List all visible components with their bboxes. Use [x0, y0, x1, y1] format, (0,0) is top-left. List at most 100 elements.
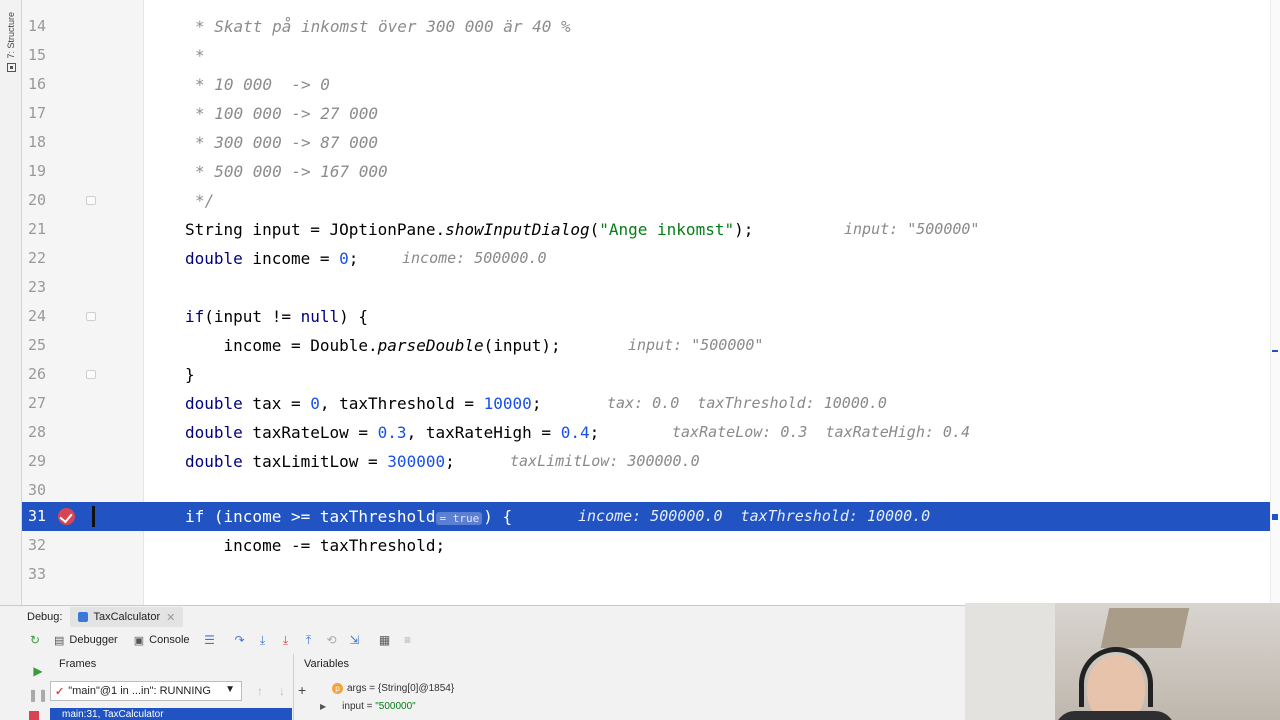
code-line[interactable]: 33: [0, 560, 1280, 589]
code-editor[interactable]: 14 * Skatt på inkomst över 300 000 är 40…: [0, 0, 1280, 605]
line-number: 18: [27, 133, 46, 151]
left-tool-strip: 7: Structure: [0, 0, 22, 605]
variable-value: {String[0]@1854}: [377, 683, 455, 694]
rerun-icon[interactable]: ↻: [26, 631, 44, 649]
line-number: 32: [27, 536, 46, 554]
code-statement: if(input != null) {: [185, 307, 369, 326]
variable-row[interactable]: p args = {String[0]@1854}: [320, 683, 454, 694]
evaluate-icon[interactable]: ▦: [376, 631, 394, 649]
resume-icon[interactable]: ▶: [29, 662, 47, 680]
code-line[interactable]: 14 * Skatt på inkomst över 300 000 är 40…: [0, 12, 1280, 41]
code-line[interactable]: 22 double income = 0; income: 500000.0: [0, 244, 1280, 273]
code-line[interactable]: 20 */: [0, 186, 1280, 215]
parameter-icon: p: [332, 683, 343, 694]
comment-line: */: [195, 191, 215, 210]
code-line[interactable]: 30: [0, 476, 1280, 505]
tab-console[interactable]: ▣ Console: [128, 630, 196, 650]
debug-inline-value: taxLimitLow: 300000.0: [510, 452, 700, 470]
variables-title: Variables: [304, 658, 350, 670]
structure-tab-label: 7: Structure: [6, 12, 16, 59]
stripe-mark[interactable]: [1272, 350, 1278, 352]
force-step-into-icon[interactable]: ⤓: [277, 631, 295, 649]
step-out-icon[interactable]: ⤒: [300, 631, 318, 649]
stop-icon[interactable]: [29, 711, 39, 720]
frame-up-icon[interactable]: ↑: [251, 682, 269, 700]
frames-title: Frames: [59, 658, 97, 670]
code-statement: income = Double.parseDouble(input);: [185, 336, 561, 355]
debug-inline-value: income: 500000.0 taxThreshold: 10000.0: [578, 507, 931, 525]
code-line[interactable]: 24 if(input != null) {: [0, 302, 1280, 331]
tab-debugger-label: Debugger: [69, 634, 118, 646]
code-line[interactable]: 28 double taxRateLow = 0.3, taxRateHigh …: [0, 418, 1280, 447]
panel-divider[interactable]: [293, 654, 294, 720]
debug-inline-value: input: "500000": [628, 336, 764, 354]
code-line[interactable]: 32 income -= taxThreshold;: [0, 531, 1280, 560]
comment-line: * 10 000 -> 0: [195, 75, 330, 94]
thread-status-icon: ✓: [55, 685, 65, 698]
code-line[interactable]: 19 * 500 000 -> 167 000: [0, 157, 1280, 186]
code-line[interactable]: 29 double taxLimitLow = 300000; taxLimit…: [0, 447, 1280, 476]
run-config-icon: [78, 612, 89, 622]
code-line[interactable]: 23: [0, 273, 1280, 302]
code-statement: double taxLimitLow = 300000;: [185, 452, 455, 471]
structure-icon: [6, 62, 16, 72]
line-number: 20: [27, 191, 46, 209]
line-number: 28: [27, 423, 46, 441]
code-statement: double tax = 0, taxThreshold = 10000;: [185, 394, 542, 413]
variable-row[interactable]: ▶ input = "500000": [320, 701, 416, 712]
execution-pointer: [92, 506, 95, 527]
editor-error-stripe[interactable]: [1270, 0, 1280, 605]
console-icon: ▣: [133, 634, 145, 647]
comment-line: * 100 000 -> 27 000: [195, 104, 379, 123]
code-line[interactable]: 25 income = Double.parseDouble(input); i…: [0, 331, 1280, 360]
menu-icon[interactable]: ☰: [201, 631, 219, 649]
trace-icon[interactable]: ≡: [399, 631, 417, 649]
webcam-shirt: [1055, 711, 1175, 720]
line-number: 31: [27, 507, 46, 525]
pause-icon[interactable]: ❚❚: [28, 686, 48, 704]
code-line[interactable]: 26 }: [0, 360, 1280, 389]
debug-inline-value: taxRateLow: 0.3 taxRateHigh: 0.4: [672, 423, 971, 441]
structure-tool-tab[interactable]: 7: Structure: [4, 12, 18, 82]
step-over-icon[interactable]: ↷: [231, 631, 249, 649]
fold-marker[interactable]: [86, 196, 96, 205]
comment-line: * 300 000 -> 87 000: [195, 133, 379, 152]
breakpoint-icon[interactable]: [58, 508, 75, 525]
line-number: 27: [27, 394, 46, 412]
add-watch-icon[interactable]: +: [298, 682, 306, 698]
line-number: 22: [27, 249, 46, 267]
current-execution-line[interactable]: 31 if (income >= taxThreshold = true) { i…: [0, 502, 1280, 531]
thread-selector-value: "main"@1 in ...in": RUNNING: [68, 685, 211, 697]
debugger-icon: ▤: [54, 634, 65, 647]
run-config-tab[interactable]: TaxCalculator ✕: [70, 607, 184, 627]
drop-frame-icon[interactable]: ⟲: [323, 631, 341, 649]
code-line[interactable]: 27 double tax = 0, taxThreshold = 10000;…: [0, 389, 1280, 418]
line-number: 14: [27, 17, 46, 35]
code-line[interactable]: 18 * 300 000 -> 87 000: [0, 128, 1280, 157]
tab-console-label: Console: [149, 634, 190, 646]
debug-title: Debug:: [27, 611, 63, 623]
debug-inline-value: input: "500000": [844, 220, 980, 238]
webcam-wall: [965, 603, 1055, 720]
fold-marker[interactable]: [86, 370, 96, 379]
code-statement: String input = JOptionPane.showInputDial…: [185, 220, 754, 239]
close-icon[interactable]: ✕: [166, 611, 175, 624]
expand-icon[interactable]: ▶: [320, 702, 326, 711]
code-line[interactable]: 16 * 10 000 -> 0: [0, 70, 1280, 99]
run-to-cursor-icon[interactable]: ⇲: [346, 631, 364, 649]
code-statement: }: [185, 365, 195, 384]
code-line[interactable]: 15 *: [0, 41, 1280, 70]
code-line[interactable]: 21 String input = JOptionPane.showInputD…: [0, 215, 1280, 244]
step-into-icon[interactable]: ⤓: [254, 631, 272, 649]
fold-marker[interactable]: [86, 312, 96, 321]
tab-debugger[interactable]: ▤ Debugger: [48, 630, 124, 650]
stack-frame-row[interactable]: main:31, TaxCalculator: [50, 708, 292, 720]
frame-down-icon[interactable]: ↓: [273, 682, 291, 700]
code-line[interactable]: 17 * 100 000 -> 27 000: [0, 99, 1280, 128]
line-number: 24: [27, 307, 46, 325]
thread-selector[interactable]: ✓ "main"@1 in ...in": RUNNING ▼: [50, 681, 242, 701]
code-statement: double income = 0;: [185, 249, 359, 268]
variable-value: "500000": [375, 701, 416, 712]
comment-line: * Skatt på inkomst över 300 000 är 40 %: [195, 17, 571, 36]
stripe-mark[interactable]: [1272, 514, 1278, 520]
